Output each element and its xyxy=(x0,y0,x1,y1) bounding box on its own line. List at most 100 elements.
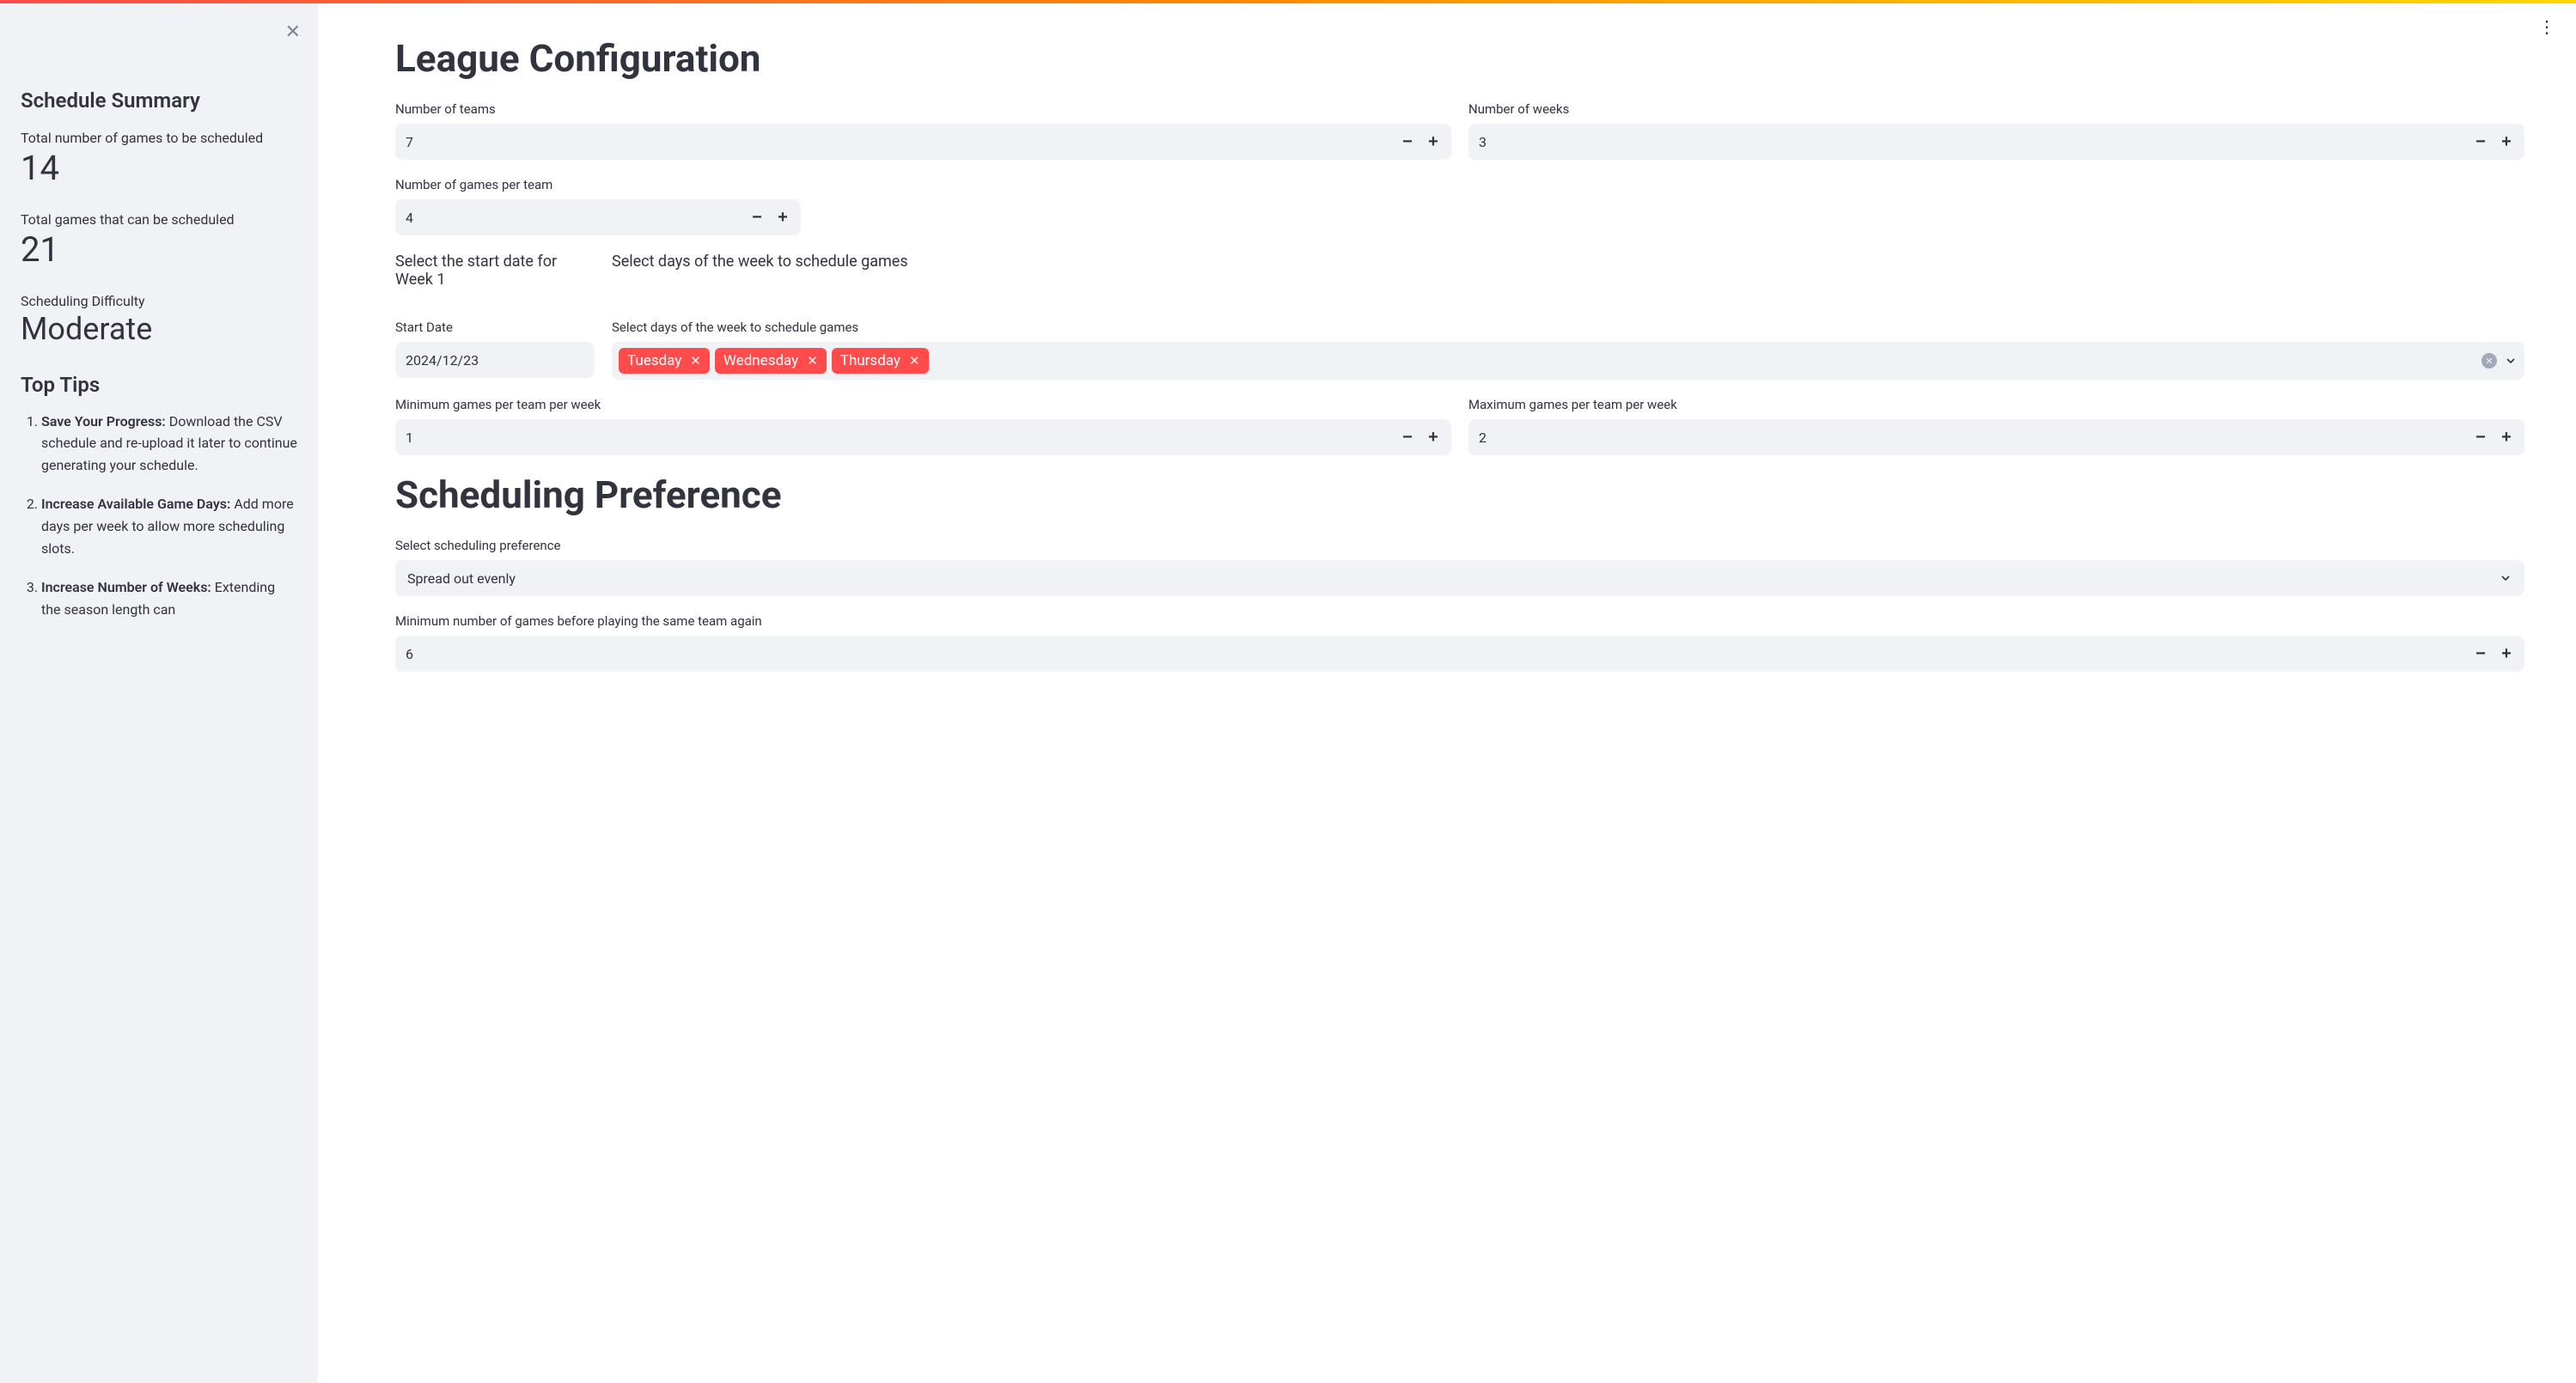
main-menu-button[interactable]: ⋮ xyxy=(2538,19,2555,36)
metric-difficulty: Scheduling Difficulty Moderate xyxy=(21,293,297,347)
number-value: 1 xyxy=(406,430,1395,446)
plus-icon: + xyxy=(2501,428,2512,448)
metric-total-games: Total number of games to be scheduled 14 xyxy=(21,130,297,187)
multiselect-controls: ✕ xyxy=(2481,353,2518,369)
tips-heading: Top Tips xyxy=(21,373,297,397)
row-teams-weeks: Number of teams 7 − + Number of weeks 3 … xyxy=(395,101,2524,160)
number-value: 4 xyxy=(406,210,744,226)
sidebar-title: Schedule Summary xyxy=(21,88,297,113)
minus-icon: − xyxy=(2475,428,2486,448)
field-num-weeks: Number of weeks 3 − + xyxy=(1468,101,2524,160)
select-value: Spread out evenly xyxy=(407,570,516,587)
increment-button[interactable]: + xyxy=(2494,129,2519,155)
chevron-down-icon xyxy=(2499,571,2512,585)
date-value: 2024/12/23 xyxy=(406,352,479,369)
decrement-button[interactable]: − xyxy=(744,204,770,230)
main-content: ⋮ League Configuration Number of teams 7… xyxy=(318,3,2576,1383)
tip-bold: Save Your Progress: xyxy=(41,413,166,430)
field-days: Select days of the week to schedule game… xyxy=(612,320,2524,380)
field-label: Maximum games per team per week xyxy=(1468,397,2524,412)
plus-icon: + xyxy=(1428,428,1438,448)
row-games-per-team: Number of games per team 4 − + xyxy=(395,177,2524,235)
select-scheduling-preference[interactable]: Spread out evenly xyxy=(395,560,2524,596)
tag-wednesday[interactable]: Wednesday ✕ xyxy=(715,348,827,374)
metric-value: Moderate xyxy=(21,313,297,347)
close-icon: ✕ xyxy=(285,21,301,42)
sidebar-close-button[interactable]: ✕ xyxy=(285,21,301,43)
tip-bold: Increase Number of Weeks: xyxy=(41,579,211,595)
minus-icon: − xyxy=(1402,132,1413,152)
increment-button[interactable]: + xyxy=(2494,641,2519,667)
field-label: Start Date xyxy=(395,320,595,335)
number-value: 6 xyxy=(406,646,2468,662)
increment-button[interactable]: + xyxy=(1420,424,1446,450)
tag-thursday[interactable]: Thursday ✕ xyxy=(832,348,929,374)
sidebar: ✕ Schedule Summary Total number of games… xyxy=(0,3,318,1383)
multiselect-days[interactable]: Tuesday ✕ Wednesday ✕ Thursday ✕ ✕ xyxy=(612,342,2524,380)
row-min-max-games: Minimum games per team per week 1 − + Ma… xyxy=(395,397,2524,455)
number-input-teams[interactable]: 7 − + xyxy=(395,124,1451,160)
increment-button[interactable]: + xyxy=(1420,129,1446,155)
metric-label: Total number of games to be scheduled xyxy=(21,130,297,146)
field-label: Select days of the week to schedule game… xyxy=(612,320,2524,335)
minus-icon: − xyxy=(2475,132,2486,152)
number-input-games-per-team[interactable]: 4 − + xyxy=(395,199,801,235)
section-title-scheduling-pref: Scheduling Preference xyxy=(395,472,2524,517)
field-start-date: Start Date 2024/12/23 xyxy=(395,320,595,380)
tip-bold: Increase Available Game Days: xyxy=(41,496,230,512)
tag-remove-icon[interactable]: ✕ xyxy=(909,353,920,369)
number-input-min-before-repeat[interactable]: 6 − + xyxy=(395,636,2524,672)
field-label: Number of games per team xyxy=(395,177,801,192)
tag-label: Thursday xyxy=(840,352,900,369)
field-label: Minimum games per team per week xyxy=(395,397,1451,412)
number-input-min-games[interactable]: 1 − + xyxy=(395,419,1451,455)
tip-item: Increase Available Game Days: Add more d… xyxy=(41,493,297,559)
field-label: Minimum number of games before playing t… xyxy=(395,613,2524,629)
decrement-button[interactable]: − xyxy=(2468,129,2494,155)
field-games-per-team: Number of games per team 4 − + xyxy=(395,177,801,235)
field-min-games-week: Minimum games per team per week 1 − + xyxy=(395,397,1451,455)
decrement-button[interactable]: − xyxy=(2468,641,2494,667)
minus-icon: − xyxy=(2475,644,2486,664)
metric-capacity: Total games that can be scheduled 21 xyxy=(21,211,297,269)
row-section-sublabels: Select the start date for Week 1 Select … xyxy=(395,253,2524,304)
minus-icon: − xyxy=(1402,428,1413,448)
section-title-league-config: League Configuration xyxy=(395,36,2524,81)
tip-item: Increase Number of Weeks: Extending the … xyxy=(41,576,297,620)
tag-tuesday[interactable]: Tuesday ✕ xyxy=(619,348,710,374)
field-min-before-repeat: Minimum number of games before playing t… xyxy=(395,613,2524,672)
plus-icon: + xyxy=(2501,132,2512,152)
plus-icon: + xyxy=(778,208,788,228)
tag-remove-icon[interactable]: ✕ xyxy=(807,353,818,369)
metric-value: 14 xyxy=(21,149,297,187)
chevron-down-icon[interactable] xyxy=(2504,354,2518,368)
app-container: ✕ Schedule Summary Total number of games… xyxy=(0,3,2576,1383)
decrement-button[interactable]: − xyxy=(1395,424,1420,450)
clear-all-icon[interactable]: ✕ xyxy=(2481,353,2497,369)
row-min-before-repeat: Minimum number of games before playing t… xyxy=(395,613,2524,672)
tag-label: Wednesday xyxy=(723,352,798,369)
number-value: 3 xyxy=(1479,134,2468,150)
section-sublabel: Select days of the week to schedule game… xyxy=(612,253,2524,271)
decrement-button[interactable]: − xyxy=(2468,424,2494,450)
kebab-icon: ⋮ xyxy=(2538,18,2555,37)
field-scheduling-preference: Select scheduling preference Spread out … xyxy=(395,538,2524,596)
increment-button[interactable]: + xyxy=(770,204,796,230)
sublabel-days: Select days of the week to schedule game… xyxy=(612,253,2524,304)
field-label: Select scheduling preference xyxy=(395,538,2524,553)
metric-value: 21 xyxy=(21,231,297,269)
number-input-max-games[interactable]: 2 − + xyxy=(1468,419,2524,455)
tips-list: Save Your Progress: Download the CSV sch… xyxy=(21,411,297,621)
sublabel-start-date: Select the start date for Week 1 xyxy=(395,253,595,304)
metric-label: Scheduling Difficulty xyxy=(21,293,297,309)
field-max-games-week: Maximum games per team per week 2 − + xyxy=(1468,397,2524,455)
field-label: Number of teams xyxy=(395,101,1451,117)
row-date-days: Start Date 2024/12/23 Select days of the… xyxy=(395,320,2524,380)
increment-button[interactable]: + xyxy=(2494,424,2519,450)
tag-remove-icon[interactable]: ✕ xyxy=(690,353,701,369)
date-input[interactable]: 2024/12/23 xyxy=(395,342,595,378)
decrement-button[interactable]: − xyxy=(1395,129,1420,155)
metric-label: Total games that can be scheduled xyxy=(21,211,297,228)
number-value: 2 xyxy=(1479,430,2468,446)
number-input-weeks[interactable]: 3 − + xyxy=(1468,124,2524,160)
